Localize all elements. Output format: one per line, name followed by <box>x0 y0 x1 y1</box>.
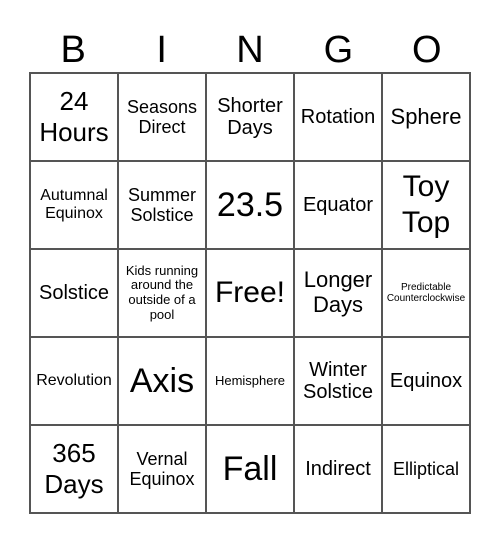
bingo-cell-text: Elliptical <box>392 458 460 479</box>
bingo-cell[interactable]: Rotation <box>294 73 382 161</box>
bingo-cell-text: Equinox <box>389 369 463 392</box>
bingo-card-grid: 24 Hours Seasons Direct Shorter Days Rotati… <box>29 72 471 514</box>
bingo-cell-text: Sphere <box>390 103 462 129</box>
bingo-cell-text: Seasons Direct <box>126 96 198 137</box>
bingo-cell[interactable]: Hemisphere <box>206 337 294 425</box>
bingo-cell[interactable]: Elliptical <box>382 425 470 513</box>
bingo-cell[interactable]: Equinox <box>382 337 470 425</box>
bingo-cell[interactable]: Predictable Counterclockwise <box>382 249 470 337</box>
bingo-cell[interactable]: Kids running around the outside of a poo… <box>118 249 206 337</box>
bingo-cell-text: Winter Solstice <box>302 358 374 403</box>
bingo-cell-text: Toy Top <box>401 170 451 239</box>
bingo-cell-text: Vernal Equinox <box>129 448 195 489</box>
bingo-cell[interactable]: Summer Solstice <box>118 161 206 249</box>
bingo-cell-text: 23.5 <box>216 185 284 224</box>
free-space-cell[interactable]: Free! <box>206 249 294 337</box>
header-letter-o: O <box>412 29 442 71</box>
bingo-cell-text: Kids running around the outside of a poo… <box>125 262 199 322</box>
bingo-cell-text: Autumnal Equinox <box>40 187 108 222</box>
bingo-cell-text: Indirect <box>305 457 371 480</box>
bingo-cell[interactable]: Shorter Days <box>206 73 294 161</box>
bingo-cell[interactable]: Toy Top <box>382 161 470 249</box>
bingo-cell[interactable]: Sphere <box>382 73 470 161</box>
bingo-cell[interactable]: 23.5 <box>206 161 294 249</box>
bingo-cell-text: Solstice <box>38 281 110 304</box>
bingo-cell[interactable]: Axis <box>118 337 206 425</box>
bingo-cell-text: 365 Days <box>44 437 104 499</box>
bingo-cell[interactable]: Fall <box>206 425 294 513</box>
bingo-cell-text: Shorter Days <box>217 94 283 139</box>
header-letter-g: G <box>323 29 354 71</box>
bingo-cell-text: Hemisphere <box>214 372 286 388</box>
bingo-cell-text: Longer Days <box>303 267 373 317</box>
bingo-cell[interactable]: Solstice <box>30 249 118 337</box>
bingo-cell-text: Summer Solstice <box>127 184 196 225</box>
bingo-cell[interactable]: 365 Days <box>30 425 118 513</box>
header-letter-n: N <box>236 29 264 71</box>
bingo-cell[interactable]: 24 Hours <box>30 73 118 161</box>
bingo-cell[interactable]: Autumnal Equinox <box>30 161 118 249</box>
bingo-cell-text: Fall <box>222 449 278 488</box>
bingo-cell-text: Predictable Counterclockwise <box>386 281 466 304</box>
bingo-cell[interactable]: Equator <box>294 161 382 249</box>
bingo-cell-text: Revolution <box>36 372 112 390</box>
bingo-cell[interactable]: Revolution <box>30 337 118 425</box>
bingo-cell[interactable]: Seasons Direct <box>118 73 206 161</box>
header-letter-i: I <box>156 29 167 71</box>
bingo-cell[interactable]: Longer Days <box>294 249 382 337</box>
bingo-cell-text: 24 Hours <box>39 85 109 147</box>
bingo-cell-text: Rotation <box>300 105 376 128</box>
bingo-cell[interactable]: Vernal Equinox <box>118 425 206 513</box>
bingo-cell-text: Free! <box>214 276 286 309</box>
header-letter-b: B <box>60 29 86 71</box>
bingo-header: B I N G O <box>29 28 471 72</box>
bingo-cell-text: Axis <box>129 361 195 400</box>
bingo-cell[interactable]: Indirect <box>294 425 382 513</box>
bingo-cell[interactable]: Winter Solstice <box>294 337 382 425</box>
bingo-cell-text: Equator <box>302 193 374 216</box>
